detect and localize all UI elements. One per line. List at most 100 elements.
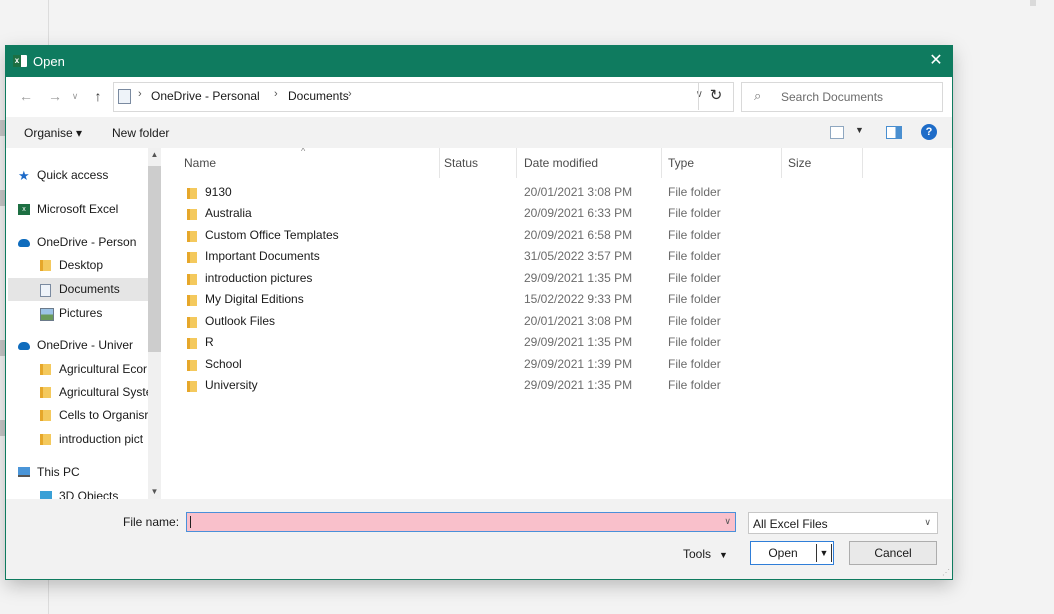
cloud-icon: [18, 239, 30, 247]
sidebar-item-label: OneDrive - Person: [37, 235, 137, 249]
open-button[interactable]: Open ▼: [750, 541, 834, 565]
resize-grip-icon[interactable]: ⋰: [942, 569, 950, 577]
tools-label: Tools: [683, 547, 712, 561]
file-date: 20/01/2021 3:08 PM: [524, 185, 633, 199]
preview-pane-icon[interactable]: [886, 126, 902, 139]
open-options-caret-icon[interactable]: ▼: [816, 544, 832, 562]
folder-icon: [187, 295, 197, 306]
file-name: University: [205, 378, 258, 392]
file-type: File folder: [668, 228, 721, 242]
table-row[interactable]: University 29/09/2021 1:35 PM File folde…: [163, 375, 952, 396]
close-icon[interactable]: ✕: [924, 50, 948, 72]
star-icon: ★: [18, 168, 30, 183]
arrow-left-icon[interactable]: ←: [17, 86, 35, 106]
file-date: 20/09/2021 6:58 PM: [524, 228, 633, 242]
file-name: 9130: [205, 185, 232, 199]
sidebar-item-pictures[interactable]: Pictures: [8, 302, 150, 325]
sidebar-item-quick-access[interactable]: ★ Quick access: [8, 164, 150, 187]
address-bar[interactable]: › OneDrive - Personal › Documents › ∨: [113, 82, 734, 112]
title-bar[interactable]: x Open ✕: [6, 46, 952, 77]
sidebar-item-label: Pictures: [59, 306, 103, 320]
scroll-down-icon[interactable]: ▼: [148, 485, 161, 499]
cloud-icon: [18, 342, 30, 350]
table-row[interactable]: R 29/09/2021 1:35 PM File folder: [163, 332, 952, 353]
organise-button[interactable]: Organise ▾: [24, 126, 82, 140]
view-options-icon[interactable]: [830, 126, 844, 139]
column-header-status[interactable]: Status: [444, 148, 478, 178]
sidebar-item-desktop[interactable]: Desktop: [8, 254, 150, 277]
breadcrumb-onedrive[interactable]: OneDrive - Personal: [151, 89, 260, 103]
file-date: 29/09/2021 1:39 PM: [524, 357, 633, 371]
table-row[interactable]: School 29/09/2021 1:39 PM File folder: [163, 354, 952, 375]
file-date: 20/09/2021 6:33 PM: [524, 206, 633, 220]
sidebar-item-this-pc[interactable]: This PC: [8, 461, 150, 484]
sidebar-item-label: Quick access: [37, 168, 109, 182]
file-type: File folder: [668, 378, 721, 392]
sidebar-item-microsoft-excel[interactable]: x Microsoft Excel: [8, 198, 150, 221]
sidebar-item-cells-to-organisms[interactable]: Cells to Organisr: [8, 404, 150, 427]
file-date: 29/09/2021 1:35 PM: [524, 271, 633, 285]
arrow-up-icon[interactable]: ↑: [89, 86, 107, 106]
breadcrumb-documents[interactable]: Documents: [288, 89, 349, 103]
chevron-down-icon[interactable]: ∨: [724, 516, 731, 527]
new-folder-button[interactable]: New folder: [112, 126, 169, 140]
folder-icon: [187, 360, 197, 371]
search-placeholder: Search Documents: [781, 90, 884, 104]
arrow-right-icon[interactable]: →: [46, 86, 64, 106]
help-icon[interactable]: ?: [921, 124, 937, 140]
cancel-button[interactable]: Cancel: [849, 541, 937, 565]
file-date: 31/05/2022 3:57 PM: [524, 249, 633, 263]
file-name: Australia: [205, 206, 252, 220]
sidebar-item-onedrive-university[interactable]: OneDrive - Univer: [8, 334, 150, 357]
column-divider[interactable]: [862, 148, 863, 178]
open-label[interactable]: Open: [751, 542, 815, 564]
column-header-date-modified[interactable]: Date modified: [524, 148, 598, 178]
sidebar-item-agricultural-economics[interactable]: Agricultural Ecor: [8, 358, 150, 381]
file-type: File folder: [668, 357, 721, 371]
file-type-select[interactable]: All Excel Files ∨: [748, 512, 938, 534]
column-divider[interactable]: [516, 148, 517, 178]
breadcrumb-separator: ›: [274, 88, 278, 100]
sidebar-item-onedrive-personal[interactable]: OneDrive - Person: [8, 231, 150, 254]
table-row[interactable]: Important Documents 31/05/2022 3:57 PM F…: [163, 246, 952, 267]
sidebar-item-introduction-pictures[interactable]: introduction pict: [8, 428, 150, 451]
column-divider[interactable]: [661, 148, 662, 178]
sidebar-item-3d-objects[interactable]: 3D Objects: [8, 485, 150, 499]
table-row[interactable]: introduction pictures 29/09/2021 1:35 PM…: [163, 268, 952, 289]
sort-ascending-icon: ^: [301, 148, 306, 156]
sidebar-item-agricultural-systems[interactable]: Agricultural Syste: [8, 381, 150, 404]
sidebar-item-documents[interactable]: Documents: [8, 278, 150, 301]
column-header-type[interactable]: Type: [668, 148, 694, 178]
search-input[interactable]: ⌕ Search Documents: [741, 82, 943, 112]
breadcrumb-separator: ›: [138, 88, 142, 100]
file-type: File folder: [668, 271, 721, 285]
column-header-size[interactable]: Size: [788, 148, 811, 178]
sidebar-item-label: This PC: [37, 465, 80, 479]
table-row[interactable]: Outlook Files 20/01/2021 3:08 PM File fo…: [163, 311, 952, 332]
table-row[interactable]: Custom Office Templates 20/09/2021 6:58 …: [163, 225, 952, 246]
scrollbar-thumb[interactable]: [148, 166, 161, 352]
refresh-icon[interactable]: ↻: [698, 82, 733, 110]
navigation-bar: ← → ∨ ↑ › OneDrive - Personal › Document…: [6, 77, 952, 117]
table-row[interactable]: Australia 20/09/2021 6:33 PM File folder: [163, 203, 952, 224]
file-name-input[interactable]: ∨: [186, 512, 736, 532]
folder-icon: [187, 188, 197, 199]
sidebar-scrollbar[interactable]: ▲ ▼: [148, 148, 161, 499]
column-header-name[interactable]: Name: [184, 148, 216, 178]
computer-icon: [18, 467, 30, 477]
scroll-up-icon[interactable]: ▲: [148, 148, 161, 162]
sidebar-item-label: Documents: [59, 282, 120, 296]
file-type: File folder: [668, 185, 721, 199]
chevron-down-icon[interactable]: ∨: [66, 86, 84, 106]
tools-button[interactable]: Tools ▼: [683, 547, 728, 561]
sidebar-item-label: Microsoft Excel: [37, 202, 119, 216]
table-row[interactable]: 9130 20/01/2021 3:08 PM File folder: [163, 182, 952, 203]
sidebar-item-label: 3D Objects: [59, 489, 119, 499]
column-divider[interactable]: [781, 148, 782, 178]
folder-icon: [40, 364, 51, 375]
excel-icon: x: [18, 204, 30, 215]
chevron-down-icon[interactable]: ▼: [855, 125, 864, 135]
table-row[interactable]: My Digital Editions 15/02/2022 9:33 PM F…: [163, 289, 952, 310]
column-divider[interactable]: [439, 148, 440, 178]
text-cursor: [190, 516, 191, 528]
